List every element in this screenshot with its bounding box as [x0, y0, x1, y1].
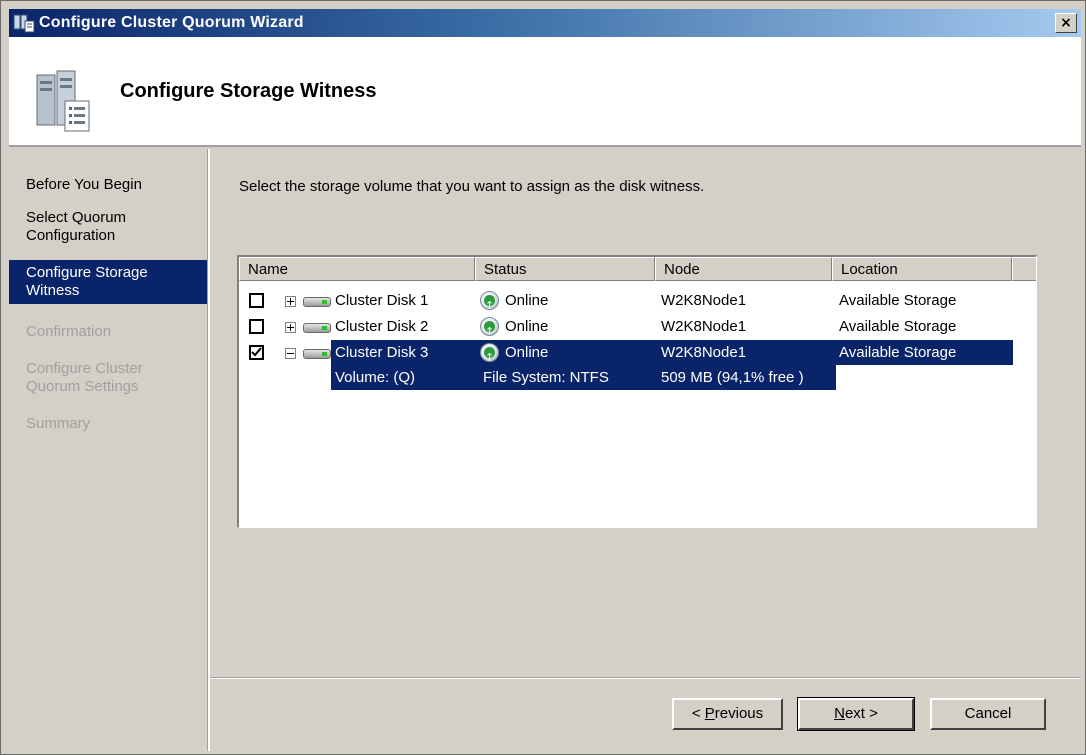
cell-size: 509 MB (94,1% free ) [661, 369, 804, 386]
close-button[interactable]: × [1055, 13, 1077, 33]
cell-status: Online [505, 318, 549, 335]
column-header-location[interactable]: Location [832, 257, 1012, 281]
cell-filesystem: File System: NTFS [483, 369, 609, 386]
cell-volume: Volume: (Q) [335, 369, 416, 386]
cluster-servers-icon [35, 69, 91, 135]
cell-node: W2K8Node1 [661, 292, 747, 309]
window-title: Configure Cluster Quorum Wizard [39, 14, 304, 31]
disk-icon [303, 297, 331, 307]
row-checkbox[interactable] [249, 319, 264, 334]
wizard-steps-nav: Before You Begin Select Quorum Configura… [9, 149, 207, 749]
collapse-icon[interactable] [285, 348, 296, 359]
cell-location: Available Storage [839, 344, 957, 361]
next-label-rest: ext > [844, 705, 878, 722]
instruction-text: Select the storage volume that you want … [239, 178, 705, 195]
cell-name: Cluster Disk 2 [335, 318, 429, 335]
wizard-header: Configure Storage Witness [9, 37, 1081, 147]
table-row[interactable]: Cluster Disk 2 ↑ Online W2K8Node1 Availa… [239, 314, 1036, 339]
nav-step-select-quorum[interactable]: Select Quorum Configuration [9, 209, 159, 245]
nav-step-confirmation: Confirmation [26, 323, 112, 340]
cancel-button[interactable]: Cancel [930, 698, 1046, 730]
cell-name: Cluster Disk 1 [335, 292, 429, 309]
list-header: Name Status Node Location [239, 257, 1036, 281]
cell-status: Online [505, 292, 549, 309]
cluster-app-icon [13, 13, 35, 33]
nav-step-summary: Summary [26, 415, 91, 432]
previous-prefix: < [691, 705, 705, 722]
cell-location: Available Storage [839, 318, 957, 335]
checkmark-icon [251, 347, 262, 357]
expand-icon[interactable] [285, 296, 296, 307]
nav-divider [207, 149, 210, 751]
previous-accelerator: P [704, 705, 715, 722]
previous-label-rest: revious [714, 705, 764, 722]
column-header-name[interactable]: Name [239, 257, 475, 281]
table-row-selected[interactable]: Cluster Disk 3 ↑ Online W2K8Node1 Availa… [239, 340, 1036, 365]
cell-node: W2K8Node1 [661, 344, 747, 361]
nav-step-label: Configure Storage Witness [26, 264, 148, 299]
expand-icon[interactable] [285, 322, 296, 333]
disk-icon [303, 349, 331, 359]
close-icon: × [1060, 15, 1072, 31]
online-status-icon: ↑ [480, 317, 499, 338]
column-header-filler [1012, 257, 1036, 281]
online-status-icon: ↑ [480, 343, 499, 364]
wizard-window: Configure Cluster Quorum Wizard × Config… [0, 0, 1086, 755]
footer-divider [210, 677, 1081, 679]
row-checkbox-checked[interactable] [249, 345, 264, 360]
row-checkbox[interactable] [249, 293, 264, 308]
next-accelerator: N [834, 705, 845, 722]
nav-step-configure-cluster-quorum: Configure Cluster Quorum Settings [26, 360, 143, 395]
column-header-status[interactable]: Status [475, 257, 655, 281]
table-row[interactable]: Cluster Disk 1 ↑ Online W2K8Node1 Availa… [239, 288, 1036, 313]
column-header-node[interactable]: Node [655, 257, 832, 281]
next-button[interactable]: Next > [797, 697, 915, 731]
page-title: Configure Storage Witness [120, 80, 377, 102]
cell-node: W2K8Node1 [661, 318, 747, 335]
cell-status: Online [505, 344, 549, 361]
cell-name: Cluster Disk 3 [335, 344, 429, 361]
online-status-icon: ↑ [480, 291, 499, 312]
previous-button[interactable]: < Previous [672, 698, 783, 730]
storage-list[interactable]: Name Status Node Location Cluster Disk 1… [237, 255, 1037, 528]
nav-step-before-you-begin[interactable]: Before You Begin [9, 176, 207, 194]
disk-icon [303, 323, 331, 333]
nav-step-configure-storage-witness[interactable]: Configure Storage Witness [9, 260, 207, 304]
cell-location: Available Storage [839, 292, 957, 309]
title-bar[interactable]: Configure Cluster Quorum Wizard × [9, 9, 1081, 37]
volume-detail-row[interactable]: Volume: (Q) File System: NTFS 509 MB (94… [239, 365, 1036, 390]
